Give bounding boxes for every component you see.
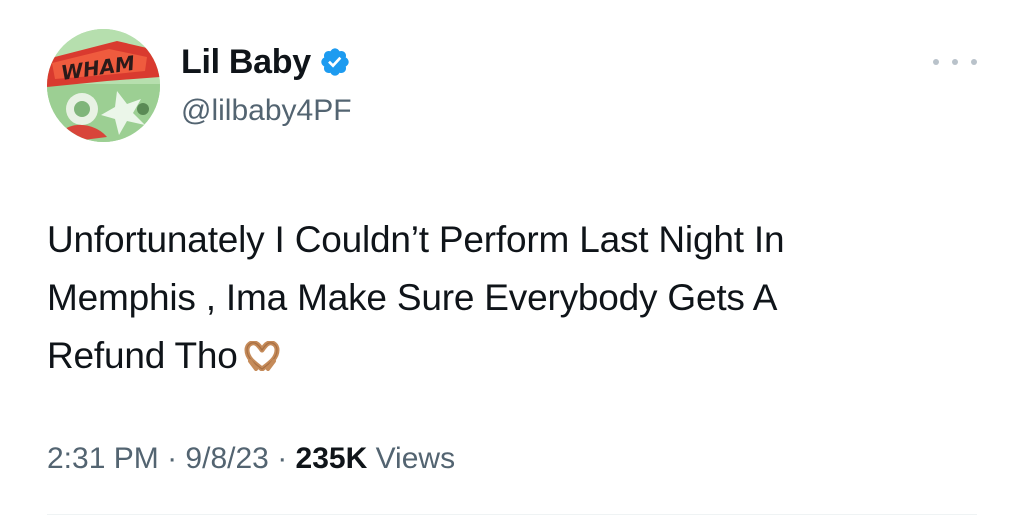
tweet-text-line: Memphis , Ima Make Sure Everybody Gets A	[47, 277, 778, 318]
heart-hands-icon	[244, 330, 280, 372]
more-horizontal-icon	[933, 59, 939, 65]
views-count: 235K	[295, 442, 368, 475]
author-name-row[interactable]: Lil Baby	[181, 42, 351, 82]
tweet-date[interactable]: 9/8/23	[185, 442, 268, 475]
tweet-text: Unfortunately I Couldn’t Perform Last Ni…	[47, 211, 987, 385]
tweet-time[interactable]: 2:31 PM	[47, 442, 159, 475]
tweet-meta: 2:31 PM · 9/8/23 · 235K Views	[47, 442, 455, 476]
tweet-text-line: Unfortunately I Couldn’t Perform Last Ni…	[47, 219, 785, 260]
avatar-image: WHAM	[47, 29, 160, 142]
avatar[interactable]: WHAM	[47, 29, 160, 142]
author-handle[interactable]: @lilbaby4PF	[181, 94, 352, 128]
more-options-button[interactable]	[933, 48, 977, 76]
divider	[47, 514, 977, 515]
verified-badge-icon	[319, 46, 351, 78]
tweet-card: WHAM Lil Baby @lilbaby4PF Unfortunately …	[0, 0, 1024, 517]
more-dot	[952, 59, 958, 65]
display-name[interactable]: Lil Baby	[181, 43, 311, 82]
tweet-text-line-last: Refund Tho	[47, 327, 987, 385]
tweet-text-line: Refund Tho	[47, 335, 238, 376]
views-label: Views	[375, 442, 456, 475]
meta-separator: ·	[277, 442, 288, 475]
meta-separator: ·	[167, 442, 178, 475]
more-dot	[971, 59, 977, 65]
